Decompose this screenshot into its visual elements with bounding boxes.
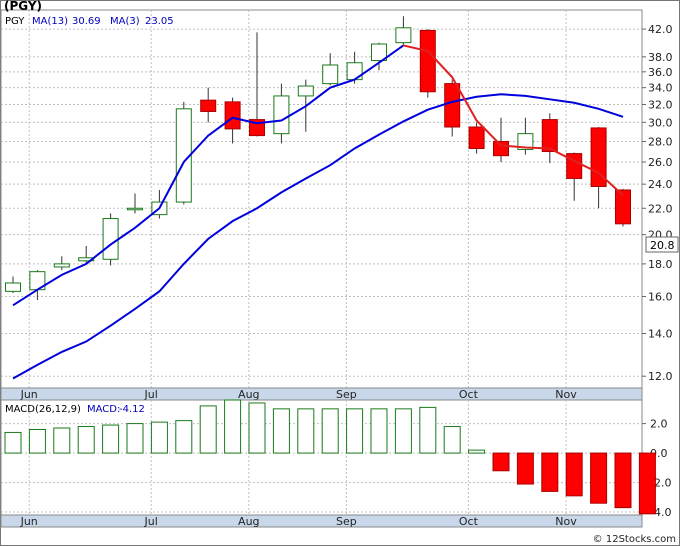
macd-bar-positive: [4, 431, 22, 454]
macd-bar-positive: [468, 449, 486, 454]
macd-bar-negative: [565, 452, 583, 497]
macd-bar-positive: [150, 421, 168, 454]
month-label-nov: Nov: [555, 388, 577, 401]
macd-bar-positive: [199, 405, 217, 454]
price-tick-label: 18.0: [648, 258, 673, 271]
macd-month-band: [0, 514, 643, 528]
month-label-jun: Jun: [20, 515, 38, 528]
macd-bar-positive: [321, 408, 339, 454]
price-month-band: [0, 387, 643, 401]
macd-bar-positive: [248, 402, 266, 454]
price-tick-label: 36.0: [648, 66, 673, 79]
price-tick-label: 12.0: [648, 370, 673, 383]
candle-up: [395, 27, 412, 44]
macd-bar-negative: [614, 452, 632, 509]
candle-up: [5, 282, 21, 292]
macd-bar-positive: [443, 426, 461, 454]
legend-ma3-value: 23.05: [145, 16, 174, 27]
macd-bar-positive: [346, 408, 364, 454]
macd-bar-positive: [370, 408, 388, 454]
legend-ma13-label: MA(13): [32, 16, 68, 27]
month-label-jul: Jul: [144, 515, 158, 528]
price-plot-area: [0, 9, 643, 389]
macd-bar-negative: [541, 452, 559, 492]
legend-ma13-value: 30.69: [72, 16, 101, 27]
candle-down: [468, 126, 485, 149]
macd-bar-positive: [224, 399, 242, 454]
month-label-aug: Aug: [238, 388, 259, 401]
price-tick-label: 14.0: [648, 327, 673, 340]
candle-down: [224, 101, 241, 130]
month-label-sep: Sep: [336, 388, 357, 401]
candle-up: [127, 207, 143, 211]
macd-legend-params: MACD(26,12,9): [5, 404, 81, 415]
candle-up: [273, 95, 290, 135]
macd-tick-label: 2.0: [650, 418, 668, 431]
price-tick-label: 24.0: [648, 178, 673, 191]
stock-chart: 12.014.016.018.020.022.024.026.028.030.0…: [0, 0, 680, 546]
price-tick-label: 16.0: [648, 291, 673, 304]
price-tick-label: 32.0: [648, 98, 673, 111]
candle-up: [297, 85, 314, 97]
macd-bar-positive: [126, 423, 144, 454]
last-price-label: 20.8: [650, 239, 675, 252]
macd-bar-negative: [492, 452, 510, 472]
price-tick-label: 22.0: [648, 202, 673, 215]
macd-bar-positive: [272, 408, 290, 454]
macd-bar-positive: [77, 426, 95, 454]
macd-bar-positive: [394, 408, 412, 454]
candle-down: [444, 83, 461, 128]
price-tick-label: 38.0: [648, 51, 673, 64]
macd-bar-positive: [175, 420, 193, 454]
legend-ma3-label: MA(3): [110, 16, 140, 27]
candle-up: [53, 263, 70, 268]
candle-down: [200, 99, 217, 112]
month-label-sep: Sep: [336, 515, 357, 528]
price-tick-label: 28.0: [648, 135, 673, 148]
month-label-oct: Oct: [459, 388, 479, 401]
macd-bar-positive: [297, 408, 315, 454]
candle-down: [493, 140, 509, 157]
price-tick-label: 34.0: [648, 82, 673, 95]
month-label-nov: Nov: [555, 515, 577, 528]
macd-bar-positive: [53, 427, 71, 454]
macd-bar-negative: [638, 452, 656, 515]
candle-down: [419, 29, 436, 93]
macd-bar-negative: [516, 452, 534, 485]
macd-panel: 2.00.0-2.0-4.0: [0, 399, 671, 519]
macd-legend-label: MACD:: [87, 404, 120, 415]
macd-legend-value: -4.12: [119, 404, 145, 415]
legend-symbol: PGY: [5, 16, 25, 27]
macd-bar-positive: [102, 424, 120, 454]
price-tick-label: 42.0: [648, 23, 673, 36]
month-label-jul: Jul: [144, 388, 158, 401]
month-label-aug: Aug: [238, 515, 259, 528]
month-label-oct: Oct: [459, 515, 479, 528]
price-tick-label: 30.0: [648, 116, 673, 129]
macd-bar-negative: [590, 452, 608, 504]
candle-up: [102, 218, 119, 260]
macd-bar-positive: [419, 406, 437, 454]
price-panel: 12.014.016.018.020.022.024.026.028.030.0…: [0, 9, 673, 389]
price-tick-label: 26.0: [648, 156, 673, 169]
candle-up: [322, 64, 339, 85]
month-label-jun: Jun: [20, 388, 38, 401]
footer-credit: © 12Stocks.com: [593, 534, 676, 545]
macd-bar-positive: [28, 428, 46, 454]
chart-title: (PGY): [4, 0, 42, 13]
candle-down: [541, 119, 558, 153]
